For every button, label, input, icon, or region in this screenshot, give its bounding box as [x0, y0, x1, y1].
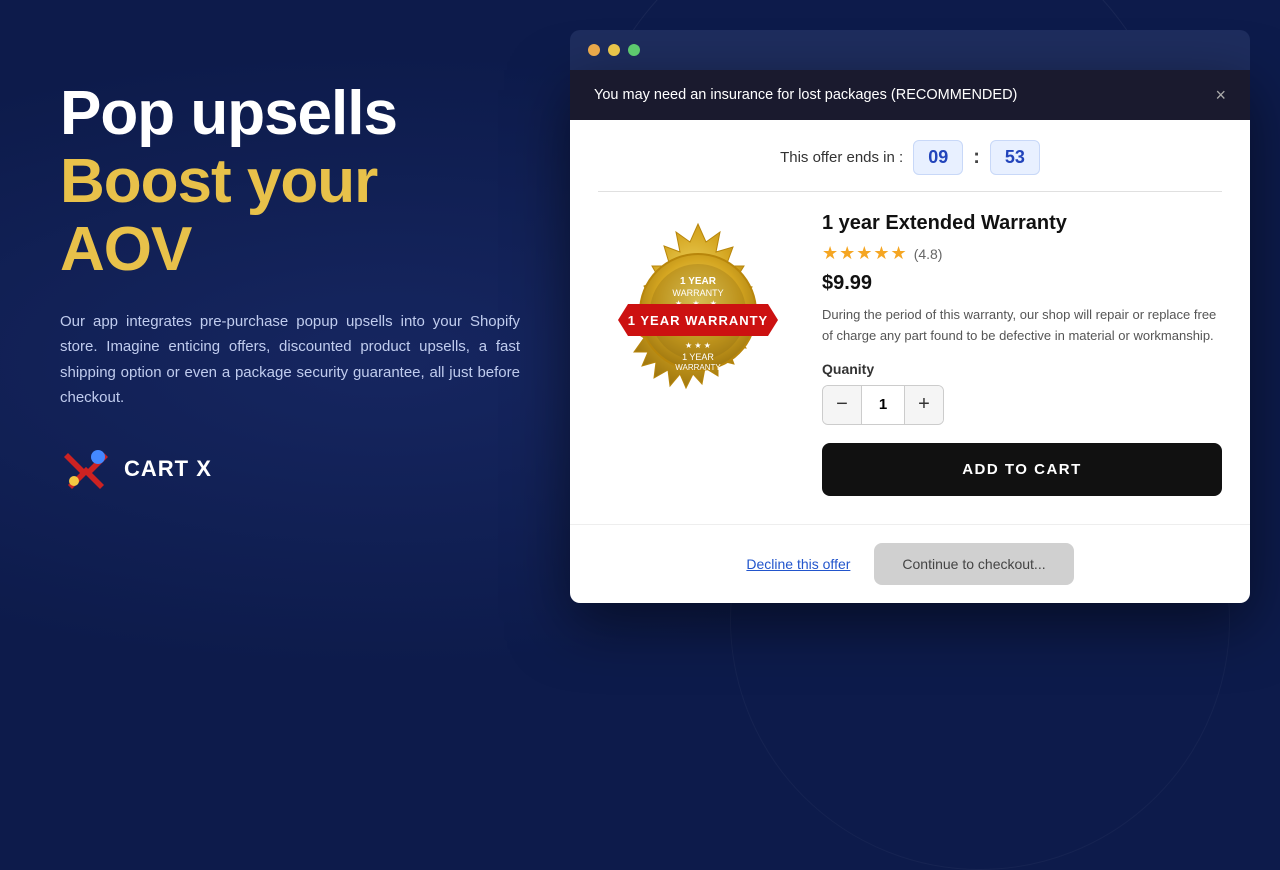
svg-text:1 YEAR WARRANTY: 1 YEAR WARRANTY — [628, 313, 768, 328]
popup-modal: You may need an insurance for lost packa… — [570, 70, 1250, 603]
brand: CART X — [60, 443, 520, 495]
browser-dot-close — [588, 44, 600, 56]
popup-header: You may need an insurance for lost packa… — [570, 70, 1250, 120]
quantity-control: − 1 + — [822, 385, 944, 425]
product-row: 1 YEAR WARRANTY ★ ★ ★ ★ ★ ★ 1 YEAR WARRA… — [598, 212, 1222, 496]
timer-minutes: 09 — [913, 140, 963, 175]
divider — [598, 191, 1222, 192]
timer-label: This offer ends in : — [780, 149, 903, 166]
timer-row: This offer ends in : 09 : 53 — [598, 140, 1222, 175]
product-description: During the period of this warranty, our … — [822, 305, 1222, 347]
brand-name: CART X — [124, 456, 212, 482]
svg-text:WARRANTY: WARRANTY — [675, 363, 721, 372]
svg-text:★ ★ ★: ★ ★ ★ — [685, 341, 711, 350]
left-panel: Pop upsells Boost your AOV Our app integ… — [60, 80, 520, 495]
quantity-label: Quanity — [822, 361, 1222, 377]
quantity-plus-button[interactable]: + — [905, 386, 943, 424]
svg-text:WARRANTY: WARRANTY — [672, 288, 723, 298]
close-button[interactable]: × — [1215, 86, 1226, 104]
product-info: 1 year Extended Warranty ★★★★★ (4.8) $9.… — [822, 212, 1222, 496]
timer-seconds: 53 — [990, 140, 1040, 175]
continue-checkout-button[interactable]: Continue to checkout... — [874, 543, 1073, 585]
stars-icon: ★★★★★ — [822, 243, 908, 264]
browser-dot-minimize — [608, 44, 620, 56]
price: $9.99 — [822, 272, 1222, 295]
headline-gold: Boost your AOV — [60, 148, 520, 284]
headline-white: Pop upsells — [60, 80, 520, 148]
browser-bar — [570, 30, 1250, 70]
stars-row: ★★★★★ (4.8) — [822, 243, 1222, 264]
description: Our app integrates pre-purchase popup up… — [60, 309, 520, 411]
brand-logo-icon — [60, 443, 112, 495]
product-title: 1 year Extended Warranty — [822, 212, 1222, 235]
timer-colon: : — [973, 146, 980, 169]
warranty-badge-icon: 1 YEAR WARRANTY ★ ★ ★ ★ ★ ★ 1 YEAR WARRA… — [598, 212, 798, 412]
right-panel: You may need an insurance for lost packa… — [570, 30, 1250, 603]
popup-header-text: You may need an insurance for lost packa… — [594, 87, 1017, 103]
quantity-minus-button[interactable]: − — [823, 386, 861, 424]
decline-offer-button[interactable]: Decline this offer — [746, 556, 850, 572]
svg-text:1 YEAR: 1 YEAR — [680, 276, 717, 287]
popup-footer: Decline this offer Continue to checkout.… — [570, 524, 1250, 603]
add-to-cart-button[interactable]: ADD TO CART — [822, 443, 1222, 496]
rating-value: (4.8) — [914, 246, 943, 262]
svg-text:1 YEAR: 1 YEAR — [682, 352, 714, 362]
quantity-value: 1 — [861, 386, 905, 424]
browser-dot-expand — [628, 44, 640, 56]
popup-body: This offer ends in : 09 : 53 — [570, 120, 1250, 524]
